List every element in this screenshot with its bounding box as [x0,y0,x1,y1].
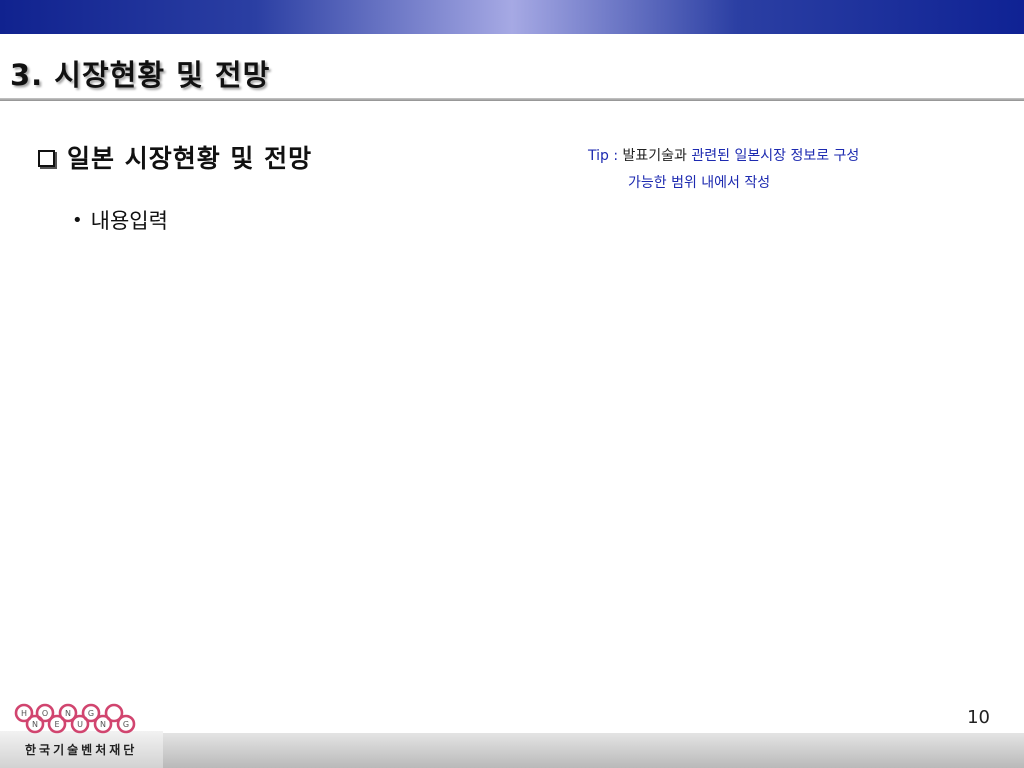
page-number: 10 [967,707,990,728]
logo-letter: E [54,720,59,729]
logo-caption: 한국기술벤처재단 [25,743,138,757]
logo-letter: G [123,720,129,729]
section-heading: 일본 시장현황 및 전망 [67,144,313,173]
section-heading-row: 일본 시장현황 및 전망 [38,139,312,175]
logo-letter: U [77,720,83,729]
logo-letter: O [42,709,48,718]
logo-letter: N [100,720,106,729]
tip-label: Tip : [588,148,619,164]
logo-letter: G [88,709,94,718]
tip-note: Tip : 발표기술과 관련된 일본시장 정보로 구성 가능한 범위 내에서 작… [588,143,859,197]
tip-dark-text: 발표기술과 [622,148,687,164]
logo-letter: N [65,709,71,718]
logo-letter: N [32,720,38,729]
hongneung-logo-icon: H O N G N E U N G [14,703,136,734]
bullet-item: • 내용입력 [72,205,168,235]
top-gradient-band [0,0,1024,34]
checkbox-bullet-icon [38,149,55,167]
logo-letter: H [21,709,27,718]
tip-line-2: 가능한 범위 내에서 작성 [628,175,771,191]
bullet-text: 내용입력 [90,209,168,233]
bullet-dot-icon: • [72,209,83,231]
tip-blue-text: 관련된 일본시장 정보로 구성 [691,148,860,164]
title-divider [0,98,1024,101]
tip-line-1: Tip : 발표기술과 관련된 일본시장 정보로 구성 [588,143,859,170]
footer-bar [163,733,1024,768]
slide-title: 3. 시장현황 및 전망 [10,58,271,92]
